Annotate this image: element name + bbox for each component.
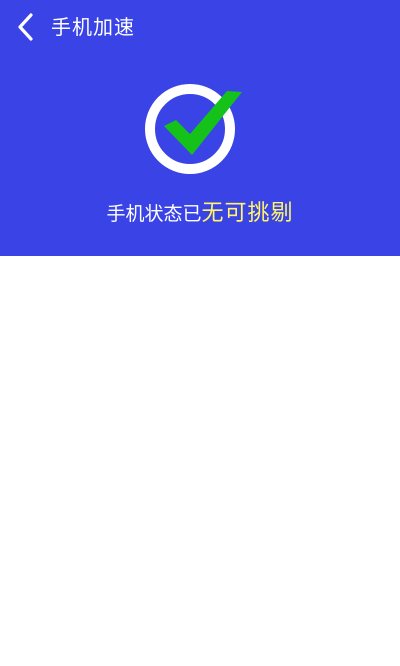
page-title: 手机加速 — [51, 15, 135, 39]
checkmark-circle-icon — [145, 84, 242, 174]
check-ring — [145, 84, 235, 174]
app-screen: 手机加速 手机状态已无可挑剔 — [0, 0, 400, 666]
status-header-panel: 手机加速 手机状态已无可挑剔 — [0, 0, 400, 256]
top-bar: 手机加速 — [0, 0, 400, 54]
chevron-left-icon — [18, 13, 33, 41]
status-message-highlight: 无可挑剔 — [201, 201, 294, 226]
status-message-prefix: 手机状态已 — [106, 203, 202, 225]
back-button[interactable] — [10, 10, 44, 44]
status-message: 手机状态已无可挑剔 — [0, 198, 400, 230]
